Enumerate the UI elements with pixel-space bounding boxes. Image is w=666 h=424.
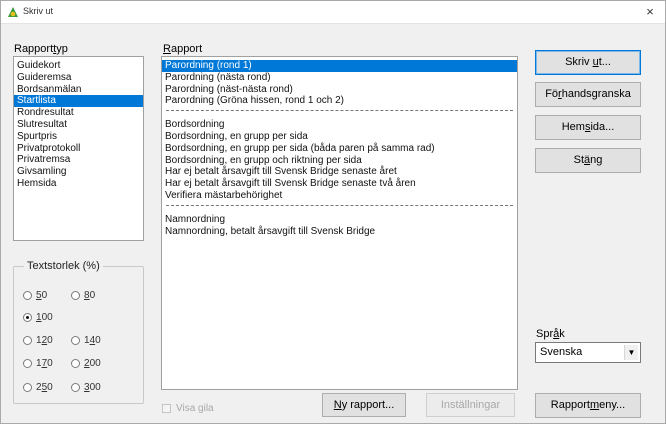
list-item[interactable]: Bordsordning, en grupp per sida bbox=[162, 131, 517, 143]
text-size-radio[interactable]: 170 bbox=[23, 358, 53, 369]
list-item[interactable]: Rondresultat bbox=[14, 107, 143, 119]
close-icon[interactable]: × bbox=[641, 3, 659, 21]
radio-dot[interactable] bbox=[23, 383, 32, 392]
list-item[interactable]: Parordning (rond 1) bbox=[162, 60, 517, 72]
language-label: Språk bbox=[536, 328, 565, 340]
list-separator bbox=[166, 110, 513, 116]
text-size-radio[interactable]: 100 bbox=[23, 312, 53, 323]
list-item[interactable]: Parordning (nästa rond) bbox=[162, 72, 517, 84]
radio-dot[interactable] bbox=[23, 336, 32, 345]
new-report-button[interactable]: Ny rapport... bbox=[322, 393, 406, 417]
title-bar: Skriv ut × bbox=[1, 1, 665, 24]
list-item[interactable]: Hemsida bbox=[14, 178, 143, 190]
radio-label: 300 bbox=[84, 382, 101, 393]
text-size-radio[interactable]: 250 bbox=[23, 382, 53, 393]
language-value: Svenska bbox=[540, 346, 583, 358]
report-type-list[interactable]: Guidekort Guideremsa Bordsanmälan Startlist… bbox=[13, 56, 144, 241]
list-item[interactable]: Verifiera mästarbehörighet bbox=[162, 190, 517, 202]
list-item[interactable]: Har ej betalt årsavgift till Svensk Brid… bbox=[162, 178, 517, 190]
radio-dot[interactable] bbox=[71, 291, 80, 300]
list-item[interactable]: Namnordning, betalt årsavgift till Svens… bbox=[162, 226, 517, 238]
list-item[interactable]: Givsamling bbox=[14, 166, 143, 178]
list-item[interactable]: Bordsanmälan bbox=[14, 84, 143, 96]
list-item[interactable]: Spurtpris bbox=[14, 131, 143, 143]
text-size-radio[interactable]: 120 bbox=[23, 335, 53, 346]
radio-dot[interactable] bbox=[71, 359, 80, 368]
text-size-radio[interactable]: 80 bbox=[71, 290, 95, 301]
radio-label: 120 bbox=[36, 335, 53, 346]
text-size-radio[interactable]: 200 bbox=[71, 358, 101, 369]
homepage-button[interactable]: Hemsida... bbox=[535, 115, 641, 140]
list-item[interactable]: Bordsordning bbox=[162, 119, 517, 131]
report-type-label: Rapporttyp bbox=[14, 43, 68, 55]
radio-label: 170 bbox=[36, 358, 53, 369]
text-size-radio[interactable]: 50 bbox=[23, 290, 47, 301]
list-item[interactable]: Guideremsa bbox=[14, 72, 143, 84]
list-item[interactable]: Bordsordning, en grupp och riktning per … bbox=[162, 155, 517, 167]
report-label: Rapport bbox=[163, 43, 203, 55]
radio-dot[interactable] bbox=[23, 313, 32, 322]
window-title: Skriv ut bbox=[23, 6, 54, 16]
text-size-radio[interactable]: 140 bbox=[71, 335, 101, 346]
text-size-radio[interactable]: 300 bbox=[71, 382, 101, 393]
preview-button[interactable]: Förhandsgranska bbox=[535, 82, 641, 107]
radio-dot[interactable] bbox=[71, 336, 80, 345]
list-item[interactable]: Slutresultat bbox=[14, 119, 143, 131]
print-button[interactable]: Skriv ut... bbox=[535, 50, 641, 75]
chevron-down-icon[interactable]: ▼ bbox=[624, 345, 638, 360]
report-list[interactable]: Parordning (rond 1) Parordning (nästa ron… bbox=[161, 56, 518, 390]
bridge-app-icon bbox=[8, 7, 18, 17]
report-menu-button[interactable]: Rapportmeny... bbox=[535, 393, 641, 418]
list-item[interactable]: Namnordning bbox=[162, 214, 517, 226]
radio-label: 80 bbox=[84, 290, 96, 301]
list-item[interactable]: Parordning (näst-nästa rond) bbox=[162, 84, 517, 96]
text-size-legend: Textstorlek (%) bbox=[24, 260, 103, 272]
radio-label: 250 bbox=[36, 382, 53, 393]
radio-label: 200 bbox=[84, 358, 101, 369]
list-item[interactable]: Parordning (Gröna hissen, rond 1 och 2) bbox=[162, 95, 517, 107]
list-item[interactable]: Startlista bbox=[14, 95, 143, 108]
radio-dot[interactable] bbox=[23, 359, 32, 368]
list-item[interactable]: Privatprotokoll bbox=[14, 143, 143, 155]
list-item[interactable]: Har ej betalt årsavgift till Svensk Brid… bbox=[162, 166, 517, 178]
show-checkbox-label: Visa gila bbox=[176, 403, 214, 414]
close-button[interactable]: Stäng bbox=[535, 148, 641, 173]
list-item[interactable]: Privatremsa bbox=[14, 154, 143, 166]
checkbox-box[interactable] bbox=[162, 404, 171, 413]
radio-dot[interactable] bbox=[23, 291, 32, 300]
settings-button[interactable]: Inställningar bbox=[426, 393, 515, 417]
language-select[interactable]: Svenska ▼ bbox=[535, 342, 641, 363]
radio-label: 100 bbox=[36, 312, 53, 323]
list-item[interactable]: Bordsordning, en grupp per sida (båda pa… bbox=[162, 143, 517, 155]
radio-dot[interactable] bbox=[71, 383, 80, 392]
print-dialog: Skriv ut × Rapporttyp Guidekort Guiderems… bbox=[0, 0, 666, 424]
list-item[interactable]: Guidekort bbox=[14, 60, 143, 72]
list-separator bbox=[166, 204, 513, 211]
radio-label: 140 bbox=[84, 335, 101, 346]
radio-label: 50 bbox=[36, 290, 48, 301]
show-checkbox[interactable]: Visa gila bbox=[162, 403, 214, 414]
